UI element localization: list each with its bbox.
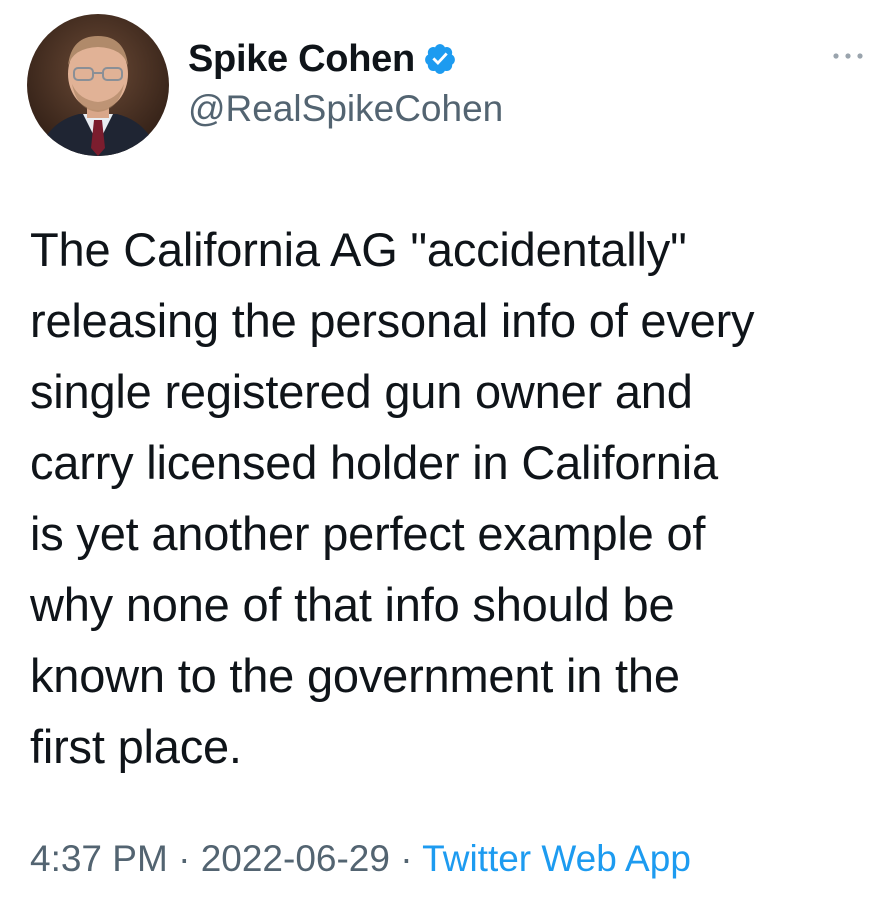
meta-separator: · (167, 838, 201, 879)
display-name[interactable]: Spike Cohen (188, 38, 415, 81)
meta-separator: · (389, 838, 423, 879)
tweet-source-link[interactable]: Twitter Web App (422, 838, 691, 879)
tweet-date[interactable]: 2022-06-29 (201, 838, 390, 879)
tweet-meta: 4:37 PM · 2022-06-29 · Twitter Web App (30, 838, 691, 880)
tweet-time[interactable]: 4:37 PM (30, 838, 168, 879)
avatar[interactable] (27, 14, 169, 156)
avatar-image (27, 14, 169, 156)
verified-badge-icon (423, 42, 457, 76)
author-name-row[interactable]: Spike Cohen (188, 34, 457, 84)
tweet-card: Spike Cohen @RealSpikeCohen The Californ… (0, 0, 875, 912)
author-handle[interactable]: @RealSpikeCohen (188, 88, 503, 130)
more-options-icon[interactable] (830, 48, 866, 64)
tweet-text: The California AG "accidentally" releasi… (30, 223, 755, 773)
